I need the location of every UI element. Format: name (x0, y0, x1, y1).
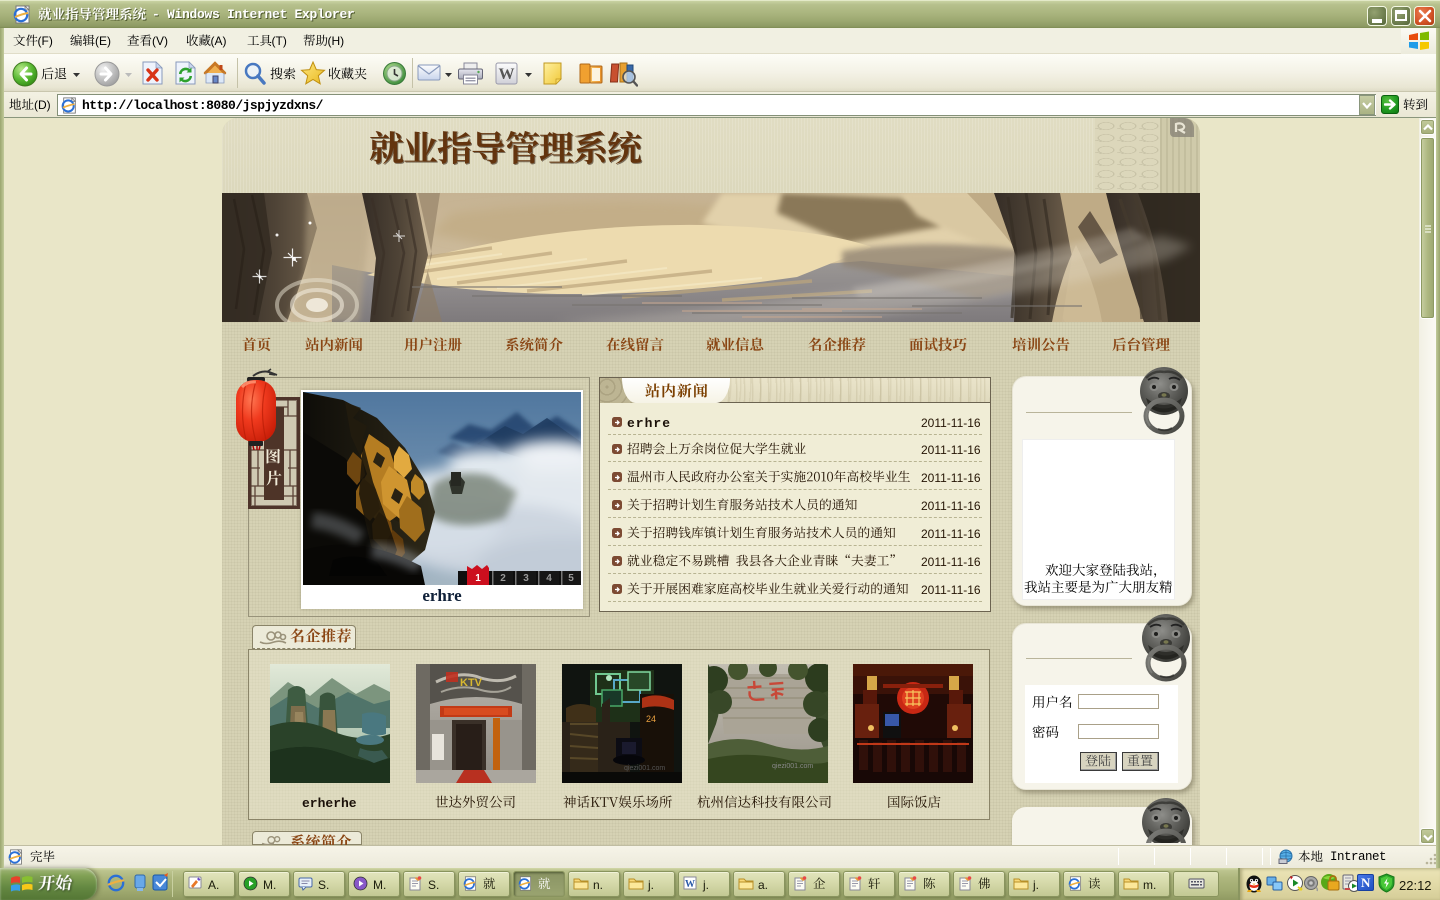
svg-text:3: 3 (523, 573, 529, 584)
svg-text:2: 2 (500, 573, 506, 584)
svg-text:KTV: KTV (460, 677, 483, 689)
svg-text:1: 1 (475, 573, 481, 584)
svg-text:W: W (685, 879, 695, 890)
svg-text:qiezi001.com: qiezi001.com (772, 763, 813, 770)
svg-text:4: 4 (546, 573, 552, 584)
svg-text:W: W (499, 66, 515, 83)
svg-text:qiezi001.com: qiezi001.com (624, 765, 665, 772)
svg-text:5: 5 (568, 573, 574, 584)
svg-text:24: 24 (646, 714, 656, 724)
